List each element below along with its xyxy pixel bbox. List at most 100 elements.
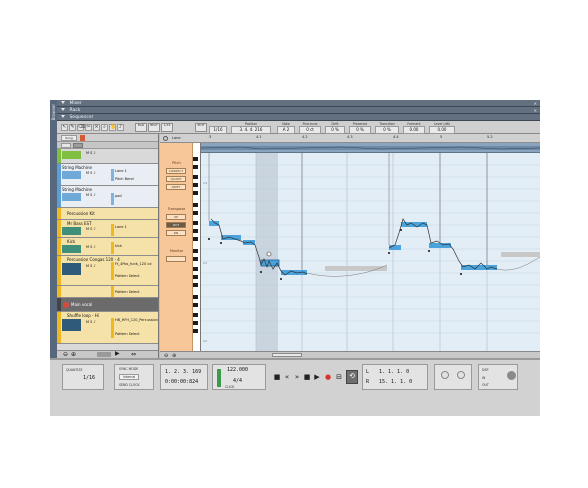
- stop-button-icon[interactable]: ■: [302, 372, 312, 382]
- knob-icon[interactable]: [441, 371, 449, 379]
- transpose-octave-button[interactable]: OCT: [166, 222, 186, 228]
- transition-field[interactable]: Transition 0 %: [375, 122, 399, 134]
- zoom-in-icon[interactable]: ⊕: [71, 351, 76, 358]
- vocal-clip[interactable]: [200, 143, 540, 153]
- track-row[interactable]: String Machine M S ♪ pad: [57, 186, 158, 208]
- fit-icon[interactable]: ⇔: [131, 351, 136, 358]
- transpose-up-button[interactable]: UP: [166, 214, 186, 220]
- level-field[interactable]: Level (dB) 0.00: [429, 122, 455, 134]
- sync-select[interactable]: Internal: [119, 374, 140, 380]
- settings-icon[interactable]: [507, 371, 516, 380]
- record-icon[interactable]: ●: [323, 372, 333, 382]
- mute-solo-icon[interactable]: M S ♪: [86, 193, 96, 197]
- stop-icon[interactable]: ■: [272, 372, 282, 382]
- rack-section-bar[interactable]: Rack ✕: [57, 107, 540, 114]
- detach-icon[interactable]: ✕: [534, 100, 537, 107]
- close-editor-icon[interactable]: [163, 136, 168, 141]
- click-meter: [217, 369, 221, 387]
- position-field[interactable]: Position 3. 4. 4. 216: [231, 122, 271, 134]
- snap-16-button[interactable]: 1/16: [161, 123, 173, 132]
- device-thumbnail: [62, 245, 81, 253]
- sequencer-section-bar[interactable]: Sequencer: [57, 114, 540, 121]
- track-color: [57, 220, 61, 237]
- note-field[interactable]: Note A 2: [277, 122, 295, 134]
- finetune-field[interactable]: Fine-tune 0 ct: [299, 122, 321, 134]
- mixer-section-bar[interactable]: Mixer ✕: [57, 100, 540, 107]
- mute-solo-icon[interactable]: M S ♪: [86, 320, 96, 324]
- drift-button[interactable]: DRIFT: [166, 184, 186, 190]
- piano-keys[interactable]: [193, 143, 201, 351]
- track-row[interactable]: String Machine M S ♪ Lane 1 Pitch Bend: [57, 164, 158, 186]
- browser-strip[interactable]: Browser: [50, 100, 57, 358]
- track-color: [57, 186, 61, 207]
- lane-name: kick: [115, 244, 122, 248]
- speaker-tool-icon[interactable]: ♪: [117, 124, 124, 131]
- tempo-value[interactable]: 122.000: [227, 367, 248, 373]
- new-dub-icon[interactable]: ⊟: [334, 372, 344, 382]
- snap-bar-button[interactable]: BAR: [135, 123, 147, 132]
- song-toggle[interactable]: [73, 143, 83, 148]
- monitor-button[interactable]: [166, 256, 186, 262]
- mute-solo-icon[interactable]: M S ♪: [86, 245, 96, 249]
- song-time: 0:00:00:824: [165, 379, 199, 385]
- snap-beat-button[interactable]: BEAT: [148, 123, 160, 132]
- formant-field[interactable]: Formant 0.00: [403, 122, 425, 134]
- select-tool-icon[interactable]: ↖: [61, 124, 68, 131]
- track-row[interactable]: Percussion Congas 120 - 4 M S ♪ Ft_4Pos_…: [57, 256, 158, 286]
- play-icon[interactable]: ▶: [312, 372, 322, 382]
- pencil-tool-icon[interactable]: ✎: [69, 124, 76, 131]
- magnify-tool-icon[interactable]: ⌕: [101, 124, 108, 131]
- pitch-grid[interactable]: C4 C3 C2: [201, 153, 540, 351]
- drift-field[interactable]: Drift 0 %: [325, 122, 345, 134]
- song-label[interactable]: Song: [61, 135, 77, 141]
- track-color: [57, 286, 61, 297]
- horizontal-scrollbar[interactable]: ⊖ ⊕: [160, 351, 540, 359]
- edit-mode-button[interactable]: EDIT: [195, 123, 207, 132]
- knob-icon[interactable]: [457, 371, 465, 379]
- presence-field[interactable]: Presence 0 %: [349, 122, 371, 134]
- mute-solo-icon[interactable]: M S ♪: [86, 264, 96, 268]
- scroll-thumb[interactable]: [272, 353, 302, 357]
- time-signature[interactable]: 4/4: [233, 378, 242, 384]
- track-name: String Machine: [62, 165, 92, 170]
- zoom-out-icon[interactable]: ⊖: [63, 351, 68, 358]
- timeline-ruler[interactable]: 3 4.1 4.2 4.3 4.4 5 5.2: [201, 134, 540, 143]
- fast-forward-icon[interactable]: »: [292, 372, 302, 382]
- track-scroll-handle[interactable]: [97, 352, 111, 357]
- hand-tool-icon[interactable]: ✋: [109, 124, 116, 131]
- record-lane-icon[interactable]: [80, 135, 85, 141]
- blocks-toggle[interactable]: [61, 143, 71, 148]
- record-enable-icon[interactable]: [63, 302, 69, 308]
- track-row[interactable]: Kick M S ♪ kick: [57, 238, 158, 256]
- track-color: [57, 164, 61, 185]
- track-row[interactable]: Shuffle loop - Hi M S ♪ HB_HFH_120_Percu…: [57, 312, 158, 344]
- position-display[interactable]: 1. 2. 3. 169 0:00:00:824: [160, 364, 208, 390]
- eraser-tool-icon[interactable]: ⌫: [77, 124, 85, 131]
- left-locator-value[interactable]: 1. 1. 1. 0: [379, 369, 409, 375]
- transpose-down-button[interactable]: DN: [166, 230, 186, 236]
- track-row[interactable]: M S ♪: [57, 149, 158, 164]
- loop-toggle-icon[interactable]: ⟲: [346, 370, 358, 384]
- pitch-caption: Pitch: [172, 161, 181, 165]
- mute-tool-icon[interactable]: ×: [93, 124, 100, 131]
- track-row[interactable]: Percussion Kit: [57, 208, 158, 220]
- transition-value: 0 %: [375, 126, 399, 134]
- mute-solo-icon[interactable]: M S ♪: [86, 171, 96, 175]
- rewind-icon[interactable]: «: [282, 372, 292, 382]
- play-icon[interactable]: ▶: [115, 350, 120, 357]
- device-thumbnail: [62, 151, 81, 159]
- mute-solo-icon[interactable]: M S ♪: [86, 227, 96, 231]
- grid-select[interactable]: 1/16: [209, 122, 227, 134]
- track-row[interactable]: Pattern Select: [57, 286, 158, 298]
- loop-controls[interactable]: [434, 364, 472, 390]
- track-row-selected[interactable]: Main vocal: [57, 298, 158, 312]
- quantize-button[interactable]: QUANT: [166, 176, 186, 182]
- quantize-value[interactable]: 1/16: [83, 375, 95, 381]
- mute-solo-icon[interactable]: M S ♪: [86, 151, 96, 155]
- razor-tool-icon[interactable]: ✂: [85, 124, 92, 131]
- right-locator-value[interactable]: 15. 1. 1. 0: [379, 379, 412, 385]
- correct-button[interactable]: CORRECT: [166, 168, 186, 174]
- send-clock-label[interactable]: SEND CLOCK: [119, 383, 140, 387]
- detach-icon[interactable]: ✕: [534, 107, 537, 114]
- track-row[interactable]: Mr Bass EST M S ♪ Lane 1: [57, 220, 158, 238]
